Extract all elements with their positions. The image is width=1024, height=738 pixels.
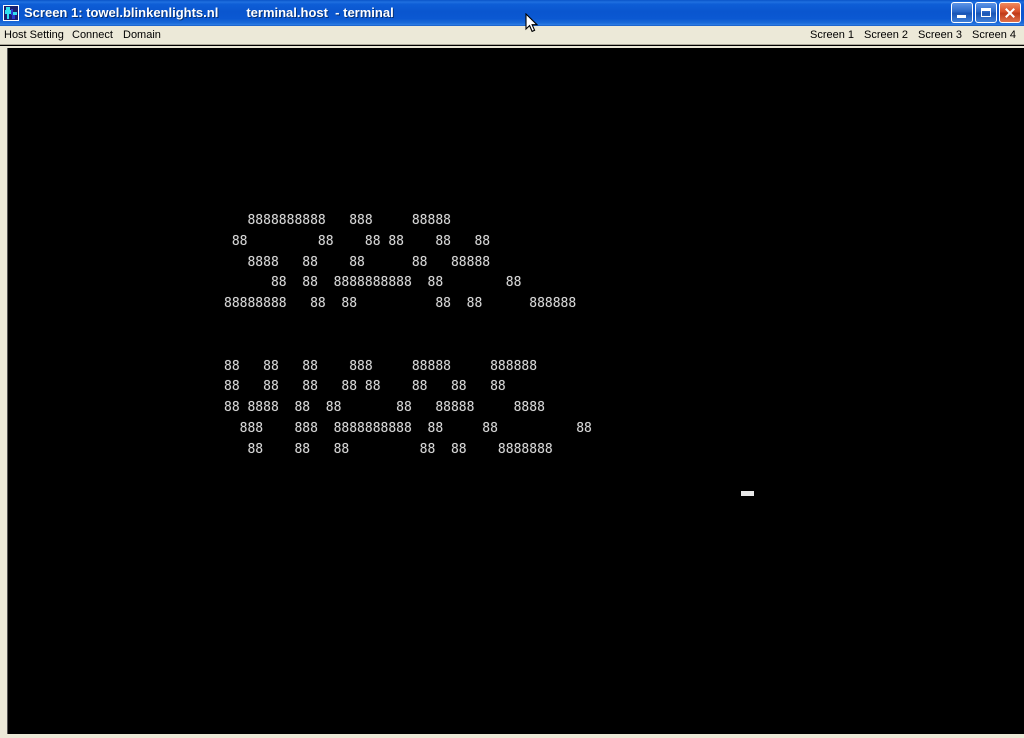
minimize-button[interactable] xyxy=(951,2,973,23)
menu-bar: Host Setting Connect Domain Screen 1 Scr… xyxy=(0,26,1024,45)
terminal-screen[interactable]: 8888888888 888 88888 88 88 88 88 88 88 8… xyxy=(7,48,1024,734)
terminal-frame: 8888888888 888 88888 88 88 88 88 88 88 8… xyxy=(0,46,1024,738)
window-title-secondary: terminal.host - terminal xyxy=(246,5,394,20)
close-button[interactable] xyxy=(999,2,1021,23)
terminal-application-window: Screen 1: towel.blinkenlights.nl termina… xyxy=(0,0,1024,738)
terminal-ascii-art: 8888888888 888 88888 88 88 88 88 88 88 8… xyxy=(224,213,592,457)
menu-item-screen-3[interactable]: Screen 3 xyxy=(914,27,966,44)
menu-item-host-setting[interactable]: Host Setting xyxy=(0,27,68,44)
menu-item-screen-2[interactable]: Screen 2 xyxy=(860,27,912,44)
menu-item-screen-4[interactable]: Screen 4 xyxy=(968,27,1020,44)
menu-item-domain[interactable]: Domain xyxy=(119,27,165,44)
window-title-primary: Screen 1: towel.blinkenlights.nl xyxy=(24,5,219,20)
close-icon xyxy=(1005,8,1015,18)
maximize-icon xyxy=(981,8,991,17)
window-control-buttons xyxy=(951,2,1021,23)
menu-item-connect[interactable]: Connect xyxy=(68,27,117,44)
terminal-app-icon xyxy=(3,5,19,21)
minimize-icon xyxy=(957,15,966,18)
terminal-cursor xyxy=(741,491,754,496)
maximize-button[interactable] xyxy=(975,2,997,23)
window-titlebar[interactable]: Screen 1: towel.blinkenlights.nl termina… xyxy=(0,0,1024,26)
menu-item-screen-1[interactable]: Screen 1 xyxy=(806,27,858,44)
